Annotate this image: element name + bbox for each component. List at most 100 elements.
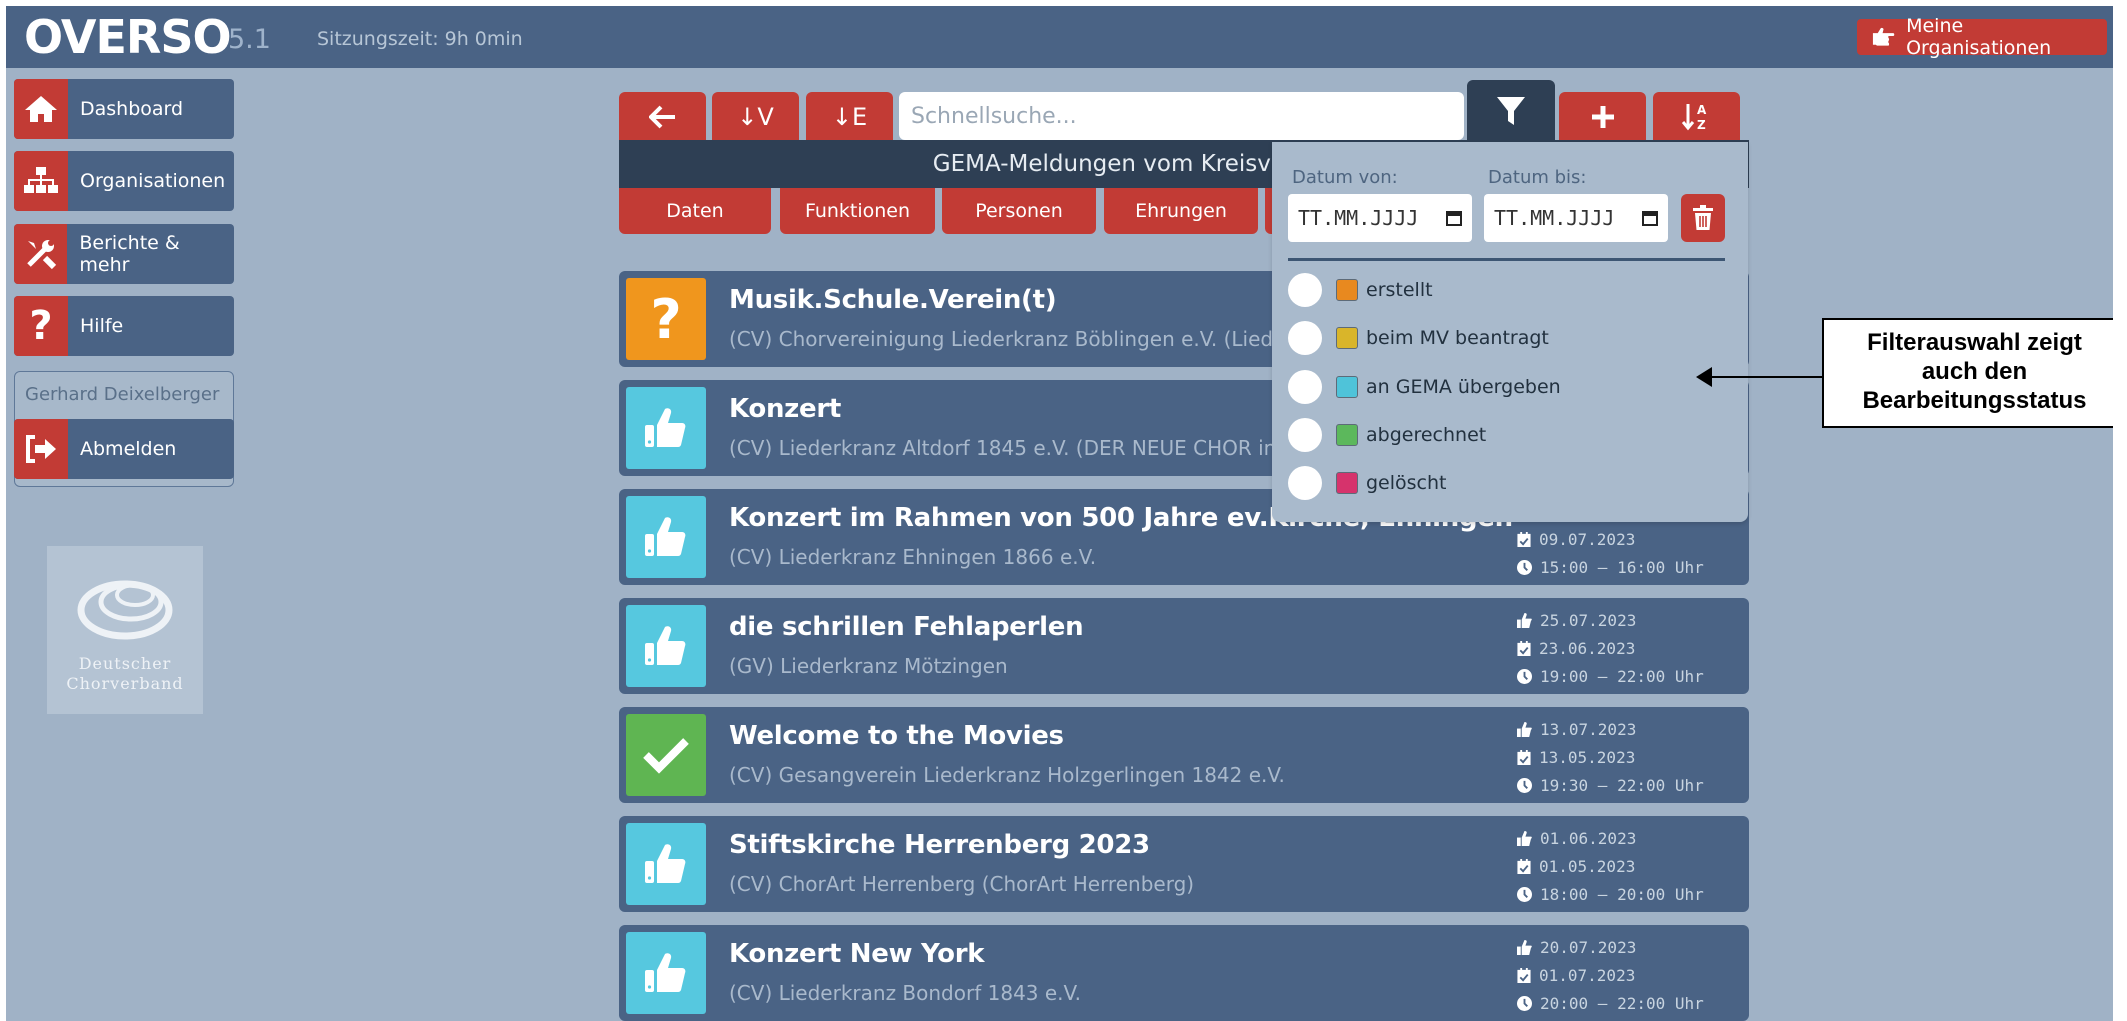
annotation-arrow bbox=[1710, 376, 1822, 378]
back-button[interactable] bbox=[619, 92, 706, 142]
status-radio[interactable] bbox=[1288, 321, 1322, 355]
annotation-line2: auch den bbox=[1921, 358, 2028, 385]
status-color-swatch bbox=[1336, 279, 1358, 301]
event-time: 18:00 – 20:00 Uhr bbox=[1517, 885, 1704, 904]
event-title: Konzert New York bbox=[729, 939, 985, 969]
plus-icon bbox=[1591, 106, 1614, 128]
calendar-check-icon bbox=[1517, 968, 1531, 983]
event-like-date-text: 01.06.2023 bbox=[1540, 829, 1637, 848]
status-color-swatch bbox=[1336, 472, 1358, 494]
event-date-text: 01.07.2023 bbox=[1539, 966, 1636, 985]
clock-icon bbox=[1517, 887, 1532, 902]
event-like-date-text: 20.07.2023 bbox=[1540, 938, 1637, 957]
sidebar-item-label: Hilfe bbox=[80, 315, 124, 337]
event-date: 09.07.2023 bbox=[1517, 530, 1635, 549]
tab-ehrungen[interactable]: Ehrungen bbox=[1104, 188, 1258, 234]
event-card[interactable]: die schrillen Fehlaperlen (GV) Liederkran… bbox=[619, 598, 1749, 694]
event-time: 20:00 – 22:00 Uhr bbox=[1517, 994, 1704, 1013]
event-status-icon bbox=[626, 714, 706, 796]
event-time-text: 15:00 – 16:00 Uhr bbox=[1540, 558, 1704, 577]
event-title: Konzert bbox=[729, 394, 841, 424]
status-label: gelöscht bbox=[1366, 472, 1447, 494]
status-filter-option[interactable]: erstellt bbox=[1288, 271, 1433, 309]
date-to-input[interactable]: TT.MM.JJJJ bbox=[1484, 194, 1668, 242]
thumbs-up-icon bbox=[1517, 613, 1532, 628]
tab-personen[interactable]: Personen bbox=[942, 188, 1096, 234]
event-like-date-text: 13.07.2023 bbox=[1540, 720, 1637, 739]
status-label: an GEMA übergeben bbox=[1366, 376, 1561, 398]
sidebar-item-organisationen[interactable]: Organisationen bbox=[14, 151, 234, 211]
annotation-line1: Filterauswahl zeigt bbox=[1867, 329, 2082, 356]
annotation-line3: Bearbeitungsstatus bbox=[1862, 387, 2087, 414]
event-date: 23.06.2023 bbox=[1517, 639, 1635, 658]
sidebar-item-dashboard[interactable]: Dashboard bbox=[14, 79, 234, 139]
event-card[interactable]: Welcome to the Movies (CV) Gesangverein L… bbox=[619, 707, 1749, 803]
event-card[interactable]: Konzert New York (CV) Liederkranz Bondorf… bbox=[619, 925, 1749, 1021]
status-radio[interactable] bbox=[1288, 418, 1322, 452]
event-subtitle: (CV) Gesangverein Liederkranz Holzgerlin… bbox=[729, 763, 1285, 787]
event-date-text: 13.05.2023 bbox=[1539, 748, 1636, 767]
event-status-icon bbox=[626, 605, 706, 687]
event-date: 01.07.2023 bbox=[1517, 966, 1635, 985]
app-version: 5.1 bbox=[228, 24, 271, 55]
annotation-box: Filterauswahl zeigt auch den Bearbeitung… bbox=[1822, 318, 2113, 428]
event-date-text: 09.07.2023 bbox=[1539, 530, 1636, 549]
event-subtitle: (CV) Liederkranz Bondorf 1843 e.V. bbox=[729, 981, 1081, 1005]
sign-out-icon bbox=[14, 419, 68, 479]
date-from-input[interactable]: TT.MM.JJJJ bbox=[1288, 194, 1472, 242]
add-button[interactable] bbox=[1559, 92, 1646, 142]
status-radio[interactable] bbox=[1288, 466, 1322, 500]
clock-icon bbox=[1517, 560, 1532, 575]
event-like-date-text: 25.07.2023 bbox=[1540, 611, 1637, 630]
event-date: 13.05.2023 bbox=[1517, 748, 1635, 767]
event-card[interactable]: Stiftskirche Herrenberg 2023 (CV) ChorArt… bbox=[619, 816, 1749, 912]
calendar-check-icon bbox=[1517, 641, 1531, 656]
calendar-icon bbox=[1446, 211, 1462, 226]
status-filter-option[interactable]: gelöscht bbox=[1288, 464, 1447, 502]
event-title: die schrillen Fehlaperlen bbox=[729, 612, 1084, 642]
arrow-left-icon bbox=[648, 105, 675, 129]
event-date-text: 23.06.2023 bbox=[1539, 639, 1636, 658]
my-organisations-button[interactable]: Meine Organisationen bbox=[1857, 15, 2107, 59]
status-radio[interactable] bbox=[1288, 370, 1322, 404]
filter-divider bbox=[1288, 258, 1725, 261]
sidebar-item-label: Berichte & mehr bbox=[79, 232, 180, 276]
tab-daten[interactable]: Daten bbox=[619, 188, 771, 234]
event-title: Musik.Schule.Verein(t) bbox=[729, 285, 1057, 315]
calendar-icon bbox=[1642, 211, 1658, 226]
date-to-placeholder: TT.MM.JJJJ bbox=[1494, 206, 1615, 230]
event-like-date: 01.06.2023 bbox=[1517, 829, 1636, 848]
filter-button[interactable] bbox=[1467, 80, 1555, 142]
check-icon bbox=[643, 738, 689, 774]
logout-label: Abmelden bbox=[80, 438, 177, 460]
sort-e-button[interactable]: ↓E bbox=[806, 92, 893, 142]
sort-alpha-button[interactable]: A Z bbox=[1653, 92, 1740, 142]
thumbs-up-icon bbox=[645, 626, 686, 665]
search-input[interactable]: Schnellsuche... bbox=[899, 92, 1464, 140]
calendar-check-icon bbox=[1517, 750, 1531, 765]
sidebar-item-berichte[interactable]: Berichte & mehr bbox=[14, 224, 234, 284]
status-filter-option[interactable]: beim MV beantragt bbox=[1288, 319, 1549, 357]
event-date: 01.05.2023 bbox=[1517, 857, 1635, 876]
clear-dates-button[interactable] bbox=[1681, 194, 1725, 242]
event-status-icon bbox=[626, 387, 706, 469]
event-status-icon bbox=[626, 932, 706, 1014]
sort-v-button[interactable]: ↓V bbox=[712, 92, 799, 142]
clock-icon bbox=[1517, 996, 1532, 1011]
trash-icon bbox=[1693, 205, 1713, 230]
event-title: Welcome to the Movies bbox=[729, 721, 1064, 751]
event-subtitle: (CV) ChorArt Herrenberg (ChorArt Herrenb… bbox=[729, 872, 1195, 896]
thumbs-up-icon bbox=[645, 408, 686, 447]
tab-funktionen[interactable]: Funktionen bbox=[780, 188, 935, 234]
dcv-logo-line2: Chorverband bbox=[66, 674, 184, 693]
status-filter-option[interactable]: abgerechnet bbox=[1288, 416, 1486, 454]
thumbs-up-icon bbox=[1517, 722, 1532, 737]
event-subtitle: (CV) Liederkranz Altdorf 1845 e.V. (DER … bbox=[729, 436, 1319, 460]
status-radio[interactable] bbox=[1288, 273, 1322, 307]
question-icon: ? bbox=[14, 296, 68, 356]
sidebar-item-hilfe[interactable]: ? Hilfe bbox=[14, 296, 234, 356]
status-filter-option[interactable]: an GEMA übergeben bbox=[1288, 368, 1561, 406]
logout-button[interactable]: Abmelden bbox=[14, 419, 234, 479]
calendar-check-icon bbox=[1517, 859, 1531, 874]
event-time-text: 19:00 – 22:00 Uhr bbox=[1540, 667, 1704, 686]
